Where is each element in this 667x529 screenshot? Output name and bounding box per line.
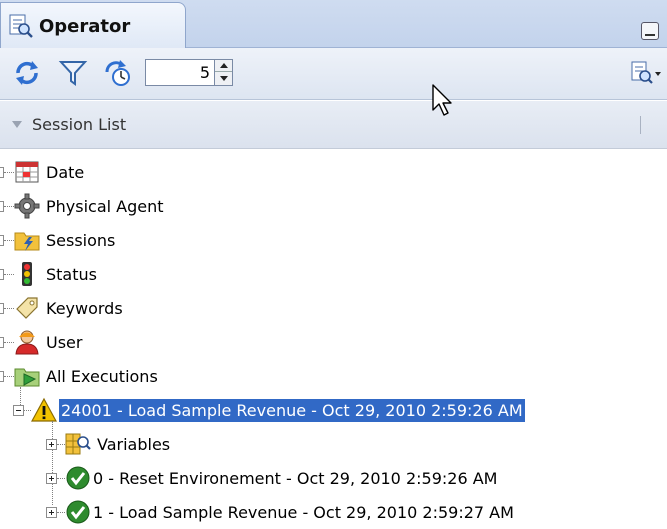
tree-label: Physical Agent xyxy=(46,196,164,216)
expand-expander[interactable] xyxy=(46,472,57,484)
folder-play-icon xyxy=(14,363,40,389)
expand-expander[interactable] xyxy=(46,506,57,518)
variables-icon xyxy=(65,431,91,457)
tree-label: Status xyxy=(46,264,97,284)
tree-connector xyxy=(4,307,14,309)
tree-connector xyxy=(57,477,65,479)
operator-search-icon xyxy=(9,14,33,38)
tab-operator[interactable]: Operator xyxy=(0,2,186,49)
tree-label: 1 - Load Sample Revenue - Oct 29, 2010 2… xyxy=(93,502,514,522)
tag-icon xyxy=(14,295,40,321)
expand-expander[interactable] xyxy=(46,438,57,450)
tree-node-variables[interactable]: Variables xyxy=(46,427,170,461)
tree-node-session-24001[interactable]: 24001 - Load Sample Revenue - Oct 29, 20… xyxy=(13,393,525,427)
spinner-down-button[interactable] xyxy=(215,72,232,84)
tree-connector xyxy=(4,171,14,173)
section-title: Session List xyxy=(32,115,127,134)
calendar-icon xyxy=(14,159,40,185)
session-count-value[interactable]: 5 xyxy=(200,63,210,82)
traffic-light-icon xyxy=(14,261,40,287)
tree-label: 0 - Reset Environement - Oct 29, 2010 2:… xyxy=(93,468,498,488)
tree-connector xyxy=(57,511,65,513)
tree-connector xyxy=(4,341,14,343)
tree-node-all-executions[interactable]: All Executions xyxy=(0,359,158,393)
arrow-up-icon xyxy=(219,63,228,68)
collapse-expander[interactable] xyxy=(13,404,24,416)
arrow-down-icon xyxy=(219,75,228,81)
tree-connector xyxy=(4,239,14,241)
toolbar: 5 xyxy=(0,48,667,100)
tree-label: User xyxy=(46,332,83,352)
tree-node-sessions[interactable]: Sessions xyxy=(0,223,115,257)
success-check-icon xyxy=(65,465,91,491)
auto-refresh-icon[interactable] xyxy=(102,58,132,88)
tree-label: All Executions xyxy=(46,366,158,386)
gear-icon xyxy=(14,193,40,219)
session-list-header[interactable]: Session List xyxy=(0,101,667,149)
tree-label-selected: 24001 - Load Sample Revenue - Oct 29, 20… xyxy=(59,398,525,422)
tree-connector xyxy=(4,273,14,275)
user-icon xyxy=(14,329,40,355)
refresh-icon[interactable] xyxy=(12,58,42,88)
tab-strip: Operator xyxy=(0,0,667,49)
warning-icon xyxy=(30,397,58,423)
tree-node-step-1[interactable]: 1 - Load Sample Revenue - Oct 29, 2010 2… xyxy=(46,495,514,529)
tab-label: Operator xyxy=(39,15,131,37)
tree-label: Variables xyxy=(97,434,171,454)
tree-node-date[interactable]: Date xyxy=(0,155,84,189)
spinner-buttons xyxy=(214,60,232,85)
tree-connector xyxy=(4,375,14,377)
tree-connector xyxy=(4,205,14,207)
tree-connector xyxy=(24,409,31,411)
divider xyxy=(640,116,641,134)
session-count-spinner[interactable]: 5 xyxy=(145,59,233,86)
folder-lightning-icon xyxy=(14,227,40,253)
tree-label: Date xyxy=(46,162,85,182)
search-menu-button[interactable] xyxy=(631,60,661,86)
tree-node-keywords[interactable]: Keywords xyxy=(0,291,123,325)
mouse-pointer-icon xyxy=(432,84,454,118)
collapse-arrow-icon[interactable] xyxy=(12,121,22,128)
tree-label: Sessions xyxy=(46,230,116,250)
tree-node-physical-agent[interactable]: Physical Agent xyxy=(0,189,164,223)
success-check-icon xyxy=(65,499,91,525)
filter-icon[interactable] xyxy=(58,58,88,88)
tree-node-status[interactable]: Status xyxy=(0,257,97,291)
tree-label: Keywords xyxy=(46,298,123,318)
spinner-up-button[interactable] xyxy=(215,60,232,72)
tree-node-step-0[interactable]: 0 - Reset Environement - Oct 29, 2010 2:… xyxy=(46,461,497,495)
tree-connector xyxy=(57,443,65,445)
tree-node-user[interactable]: User xyxy=(0,325,82,359)
minimize-button[interactable] xyxy=(641,22,659,40)
